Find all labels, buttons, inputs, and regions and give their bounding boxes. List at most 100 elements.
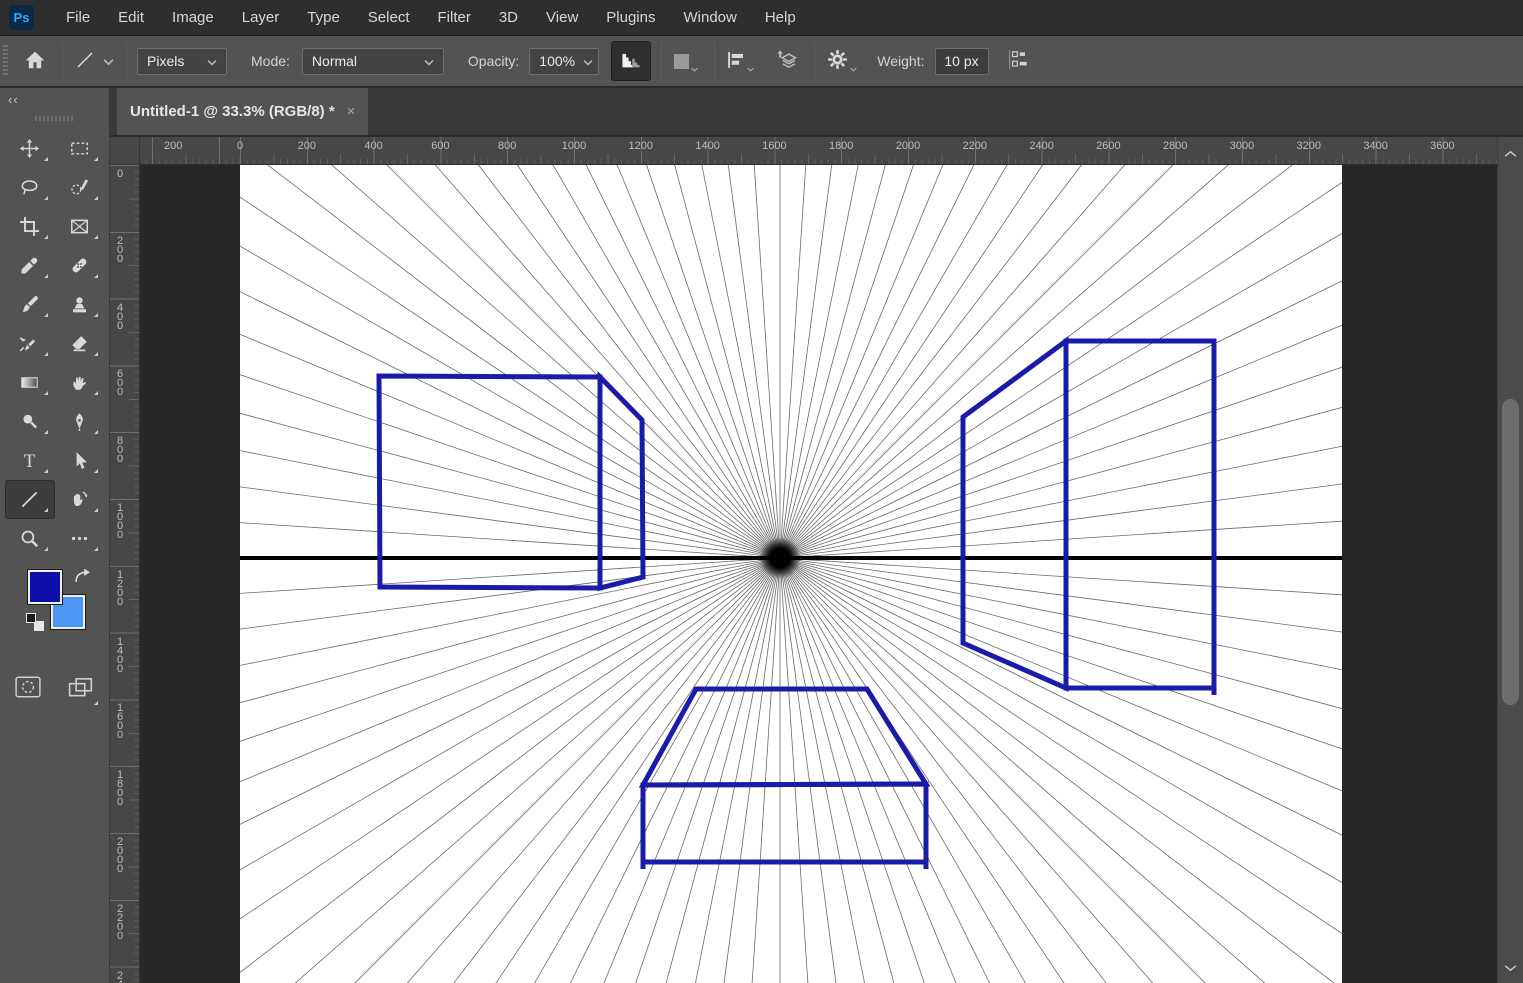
- h-ruler-label: 400: [364, 140, 382, 152]
- align-button[interactable]: [723, 43, 758, 79]
- lasso-tool[interactable]: [5, 168, 55, 207]
- anti-alias-button[interactable]: [611, 41, 651, 81]
- move-tool[interactable]: [5, 129, 55, 168]
- h-ruler-label: 200: [298, 140, 316, 152]
- default-colors-button[interactable]: [26, 613, 46, 633]
- chevron-down-icon: [747, 59, 754, 75]
- pen-tool[interactable]: [55, 402, 105, 441]
- menu-plugins[interactable]: Plugins: [592, 0, 669, 36]
- document-tab-bar: Untitled-1 @ 33.3% (RGB/8) * ×: [110, 88, 1523, 137]
- home-button[interactable]: [20, 46, 50, 77]
- tool-preset-chevron[interactable]: [99, 49, 118, 73]
- menu-file[interactable]: File: [52, 0, 104, 36]
- v-ruler-label: 1400: [114, 636, 126, 672]
- panel-grip[interactable]: [35, 116, 75, 121]
- history-brush-tool[interactable]: [5, 324, 55, 363]
- menu-image[interactable]: Image: [158, 0, 228, 36]
- dodge-tool-icon: [20, 412, 39, 431]
- v-ruler-label: 2400: [114, 970, 126, 983]
- arrange-layers-icon: [776, 49, 798, 74]
- hand-tool-icon: [70, 490, 89, 509]
- mode-label: Mode:: [251, 53, 290, 69]
- scrollbar-thumb[interactable]: [1502, 399, 1519, 705]
- line-tool-icon: [75, 50, 95, 73]
- document-tab-title: Untitled-1 @ 33.3% (RGB/8) *: [130, 103, 335, 120]
- gradient-tool[interactable]: [5, 363, 55, 402]
- h-ruler-label: 200: [164, 140, 182, 152]
- vertical-scrollbar[interactable]: [1497, 137, 1523, 983]
- spot-healing-brush-tool[interactable]: [55, 246, 105, 285]
- ruler-corner[interactable]: [110, 137, 140, 165]
- clone-stamp-tool[interactable]: [55, 285, 105, 324]
- object-selection-tool[interactable]: [55, 168, 105, 207]
- document-tab[interactable]: Untitled-1 @ 33.3% (RGB/8) * ×: [117, 88, 368, 135]
- bottom-box-front: [643, 784, 926, 862]
- h-ruler-label: 2400: [1029, 140, 1053, 152]
- menu-help[interactable]: Help: [751, 0, 810, 36]
- quick-mask-button[interactable]: [15, 676, 41, 703]
- line-tool[interactable]: [5, 480, 55, 519]
- close-icon[interactable]: ×: [347, 103, 356, 120]
- eyedropper-tool-icon: [20, 256, 39, 275]
- menu-layer[interactable]: Layer: [228, 0, 294, 36]
- menu-edit[interactable]: Edit: [104, 0, 158, 36]
- frame-tool[interactable]: [55, 207, 105, 246]
- hand-tool[interactable]: [55, 480, 105, 519]
- scroll-down-icon[interactable]: [1504, 959, 1517, 977]
- quick-mask-icon: [15, 685, 41, 702]
- chevron-down-icon: [207, 53, 217, 69]
- frame-tool-icon: [70, 217, 89, 236]
- v-ruler-label: 1600: [114, 702, 126, 738]
- dodge-tool[interactable]: [5, 402, 55, 441]
- options-bar-grip[interactable]: [3, 45, 8, 77]
- tool-mode-value: Pixels: [147, 53, 199, 69]
- smudge-tool-icon: [70, 373, 89, 392]
- scroll-up-icon[interactable]: [1504, 145, 1517, 163]
- zoom-tool[interactable]: [5, 519, 55, 558]
- collapse-panel-button[interactable]: ‹‹: [0, 88, 109, 107]
- blend-mode-select[interactable]: Normal: [302, 48, 444, 75]
- weight-input[interactable]: [935, 48, 989, 75]
- menu-items: FileEditImageLayerTypeSelectFilter3DView…: [52, 0, 810, 35]
- brush-tool[interactable]: [5, 285, 55, 324]
- h-ruler-label: 1200: [629, 140, 653, 152]
- v-ruler-label: 2200: [114, 903, 126, 939]
- panel-toggle-button[interactable]: [1005, 46, 1032, 76]
- menu-view[interactable]: View: [532, 0, 592, 36]
- h-ruler-label: 1000: [562, 140, 586, 152]
- crop-tool-icon: [20, 217, 39, 236]
- type-tool[interactable]: T: [5, 441, 55, 480]
- vertical-ruler[interactable]: 0200400600800100012001400160018002000220…: [110, 165, 140, 983]
- smudge-tool[interactable]: [55, 363, 105, 402]
- horizontal-ruler[interactable]: 2000200400600800100012001400160018002000…: [140, 137, 1497, 165]
- crop-tool[interactable]: [5, 207, 55, 246]
- fill-swatch-button[interactable]: [670, 43, 702, 79]
- arrange-layers-button[interactable]: [772, 45, 802, 78]
- h-ruler-label: 2000: [896, 140, 920, 152]
- path-selection-tool[interactable]: [55, 441, 105, 480]
- more-tools[interactable]: [55, 519, 105, 558]
- brush-tool-icon: [20, 295, 39, 314]
- opacity-select[interactable]: 100%: [529, 48, 599, 75]
- eraser-tool-icon: [70, 334, 89, 353]
- h-ruler-label: 1800: [829, 140, 853, 152]
- menu-filter[interactable]: Filter: [424, 0, 485, 36]
- svg-text:T: T: [24, 451, 36, 470]
- swap-colors-button[interactable]: [74, 568, 91, 589]
- h-ruler-label: 2200: [963, 140, 987, 152]
- foreground-color-swatch[interactable]: [28, 570, 62, 604]
- tool-preset-button[interactable]: [71, 46, 99, 77]
- pasteboard[interactable]: [140, 165, 1497, 983]
- eyedropper-tool[interactable]: [5, 246, 55, 285]
- menu-3d[interactable]: 3D: [485, 0, 532, 36]
- settings-button[interactable]: [823, 43, 861, 79]
- menu-type[interactable]: Type: [293, 0, 354, 36]
- screen-mode-button[interactable]: [68, 677, 94, 703]
- rectangular-marquee-tool[interactable]: [55, 129, 105, 168]
- document-canvas[interactable]: [240, 165, 1342, 983]
- tool-grid: T: [0, 129, 109, 558]
- menu-window[interactable]: Window: [669, 0, 750, 36]
- tool-mode-select[interactable]: Pixels: [137, 48, 227, 75]
- eraser-tool[interactable]: [55, 324, 105, 363]
- menu-select[interactable]: Select: [354, 0, 424, 36]
